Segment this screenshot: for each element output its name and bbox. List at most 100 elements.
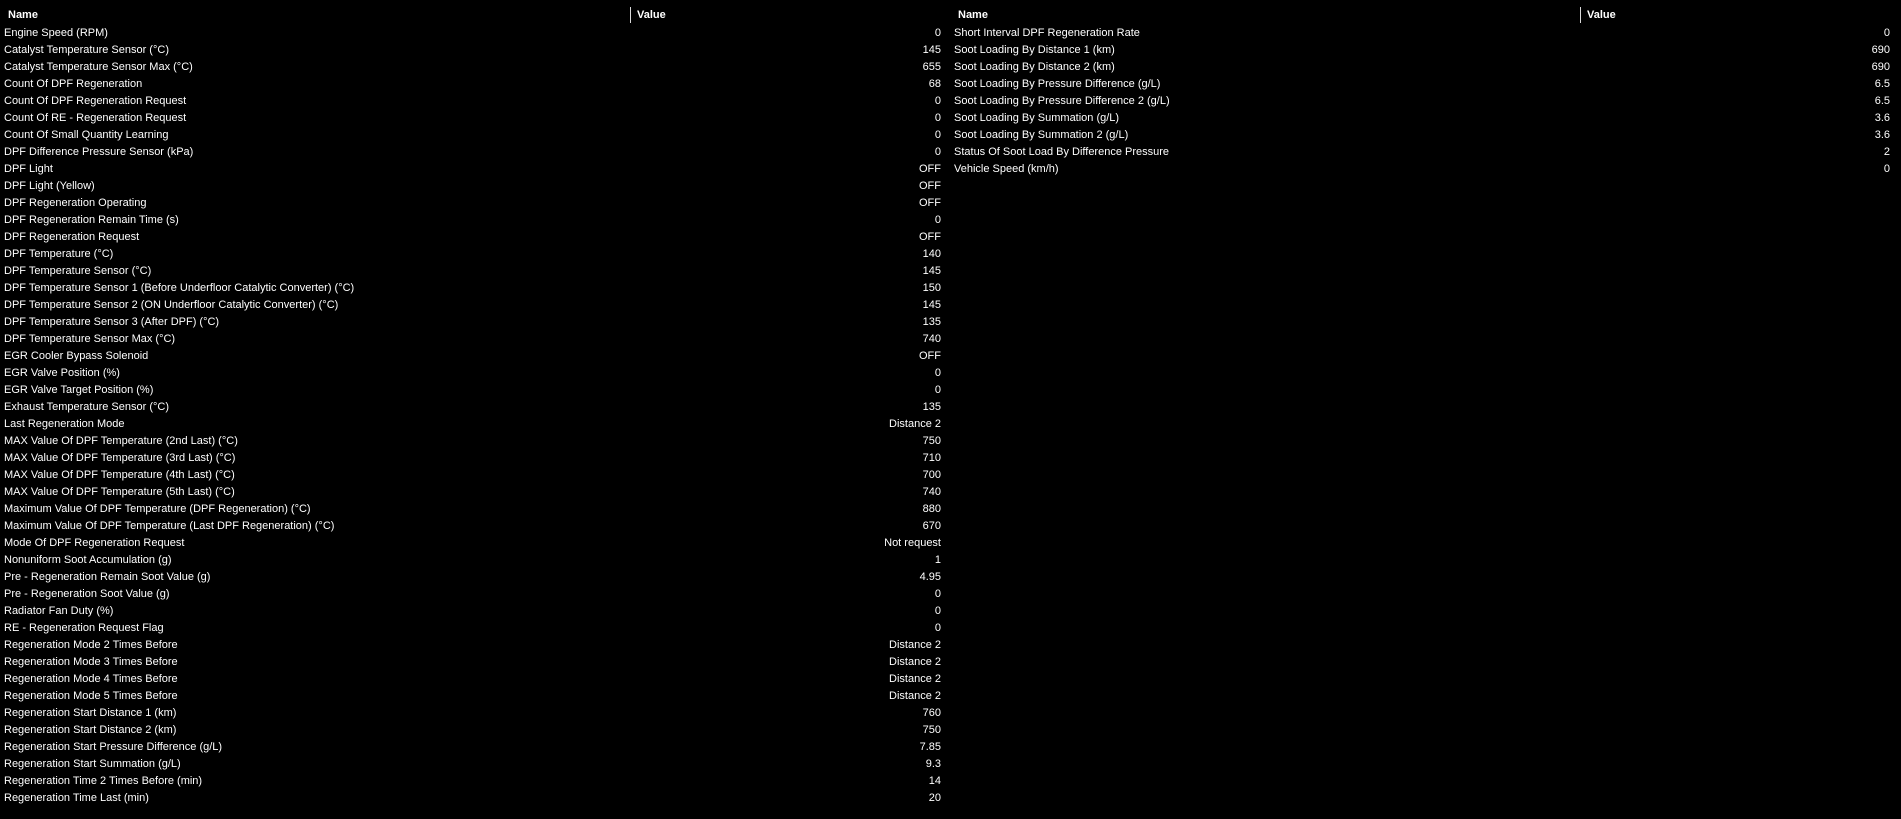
table-row[interactable]: RE - Regeneration Request Flag 0 [0, 620, 950, 637]
parameter-value: 135 [922, 316, 941, 328]
table-row[interactable]: DPF Temperature (°C) 140 [0, 246, 950, 263]
table-row[interactable]: Engine Speed (RPM) 0 [0, 25, 950, 42]
table-row[interactable]: Regeneration Start Pressure Difference (… [0, 739, 950, 756]
parameter-name: Status Of Soot Load By Difference Pressu… [954, 146, 1170, 158]
table-row[interactable]: Radiator Fan Duty (%) 0 [0, 603, 950, 620]
table-row[interactable]: EGR Cooler Bypass Solenoid OFF [0, 348, 950, 365]
parameter-value: 150 [922, 282, 941, 294]
table-row[interactable]: MAX Value Of DPF Temperature (5th Last) … [0, 484, 950, 501]
column-header-name[interactable]: Name [8, 9, 38, 21]
parameter-value: 6.5 [1874, 95, 1890, 107]
parameter-name: Engine Speed (RPM) [4, 27, 108, 39]
parameter-name: Nonuniform Soot Accumulation (g) [4, 554, 172, 566]
table-row[interactable]: DPF Light OFF [0, 161, 950, 178]
table-row[interactable]: DPF Regeneration Request OFF [0, 229, 950, 246]
parameter-value: Distance 2 [889, 673, 941, 685]
table-row[interactable]: MAX Value Of DPF Temperature (3rd Last) … [0, 450, 950, 467]
parameter-value: 690 [1871, 44, 1890, 56]
table-row[interactable]: Regeneration Start Distance 1 (km) 760 [0, 705, 950, 722]
table-row[interactable]: DPF Temperature Sensor (°C) 145 [0, 263, 950, 280]
parameter-value: 0 [934, 384, 941, 396]
parameter-name: DPF Difference Pressure Sensor (kPa) [4, 146, 194, 158]
parameter-name: DPF Light (Yellow) [4, 180, 95, 192]
table-row[interactable]: Catalyst Temperature Sensor Max (°C) 655 [0, 59, 950, 76]
column-header-value[interactable]: Value [1587, 9, 1616, 21]
table-row[interactable]: Pre - Regeneration Remain Soot Value (g)… [0, 569, 950, 586]
table-row[interactable]: Status Of Soot Load By Difference Pressu… [950, 144, 1901, 161]
column-resize-handle[interactable] [1580, 7, 1581, 23]
table-row[interactable]: Regeneration Start Summation (g/L) 9.3 [0, 756, 950, 773]
parameter-value: 760 [922, 707, 941, 719]
table-row[interactable]: Pre - Regeneration Soot Value (g) 0 [0, 586, 950, 603]
table-row[interactable]: Soot Loading By Distance 2 (km) 690 [950, 59, 1901, 76]
table-row[interactable]: Last Regeneration Mode Distance 2 [0, 416, 950, 433]
table-row[interactable]: Count Of RE - Regeneration Request 0 [0, 110, 950, 127]
table-row[interactable]: Maximum Value Of DPF Temperature (DPF Re… [0, 501, 950, 518]
parameter-name: Regeneration Start Pressure Difference (… [4, 741, 223, 753]
column-header-value[interactable]: Value [637, 9, 666, 21]
parameter-value: 0 [1883, 163, 1890, 175]
column-header-name[interactable]: Name [958, 9, 988, 21]
parameter-name: Soot Loading By Distance 2 (km) [954, 61, 1115, 73]
table-row[interactable]: DPF Temperature Sensor 2 (ON Underfloor … [0, 297, 950, 314]
table-row[interactable]: DPF Regeneration Operating OFF [0, 195, 950, 212]
table-row[interactable]: Regeneration Time Last (min) 20 [0, 790, 950, 807]
table-row[interactable]: Count Of Small Quantity Learning 0 [0, 127, 950, 144]
table-row[interactable]: Regeneration Start Distance 2 (km) 750 [0, 722, 950, 739]
table-row[interactable]: DPF Light (Yellow) OFF [0, 178, 950, 195]
parameter-name: Count Of DPF Regeneration [4, 78, 143, 90]
table-row[interactable]: DPF Difference Pressure Sensor (kPa) 0 [0, 144, 950, 161]
parameter-name: Pre - Regeneration Soot Value (g) [4, 588, 170, 600]
parameter-value: 145 [922, 265, 941, 277]
table-row[interactable]: DPF Temperature Sensor 3 (After DPF) (°C… [0, 314, 950, 331]
table-row[interactable]: Regeneration Mode 3 Times Before Distance… [0, 654, 950, 671]
table-row[interactable]: EGR Valve Position (%) 0 [0, 365, 950, 382]
table-row[interactable]: DPF Regeneration Remain Time (s) 0 [0, 212, 950, 229]
parameter-value: 0 [934, 27, 941, 39]
table-row[interactable]: Mode Of DPF Regeneration Request Not requ… [0, 535, 950, 552]
parameter-value: 145 [922, 44, 941, 56]
parameter-value: 2 [1883, 146, 1890, 158]
parameter-name: Short Interval DPF Regeneration Rate [954, 27, 1140, 39]
column-resize-handle[interactable] [630, 7, 631, 23]
table-row[interactable]: Regeneration Time 2 Times Before (min) 14 [0, 773, 950, 790]
parameter-value: 710 [922, 452, 941, 464]
table-row[interactable]: Regeneration Mode 4 Times Before Distance… [0, 671, 950, 688]
table-row[interactable]: Exhaust Temperature Sensor (°C) 135 [0, 399, 950, 416]
table-row[interactable]: MAX Value Of DPF Temperature (4th Last) … [0, 467, 950, 484]
table-row[interactable]: Vehicle Speed (km/h) 0 [950, 161, 1901, 178]
parameter-name: Mode Of DPF Regeneration Request [4, 537, 185, 549]
table-row[interactable]: Nonuniform Soot Accumulation (g) 1 [0, 552, 950, 569]
table-row[interactable]: MAX Value Of DPF Temperature (2nd Last) … [0, 433, 950, 450]
table-row[interactable]: Count Of DPF Regeneration 68 [0, 76, 950, 93]
table-row[interactable]: Soot Loading By Pressure Difference 2 (g… [950, 93, 1901, 110]
parameter-value: 20 [928, 792, 941, 804]
table-row[interactable]: Soot Loading By Summation 2 (g/L) 3.6 [950, 127, 1901, 144]
parameter-value: Distance 2 [889, 656, 941, 668]
parameter-value: 655 [922, 61, 941, 73]
table-row[interactable]: Catalyst Temperature Sensor (°C) 145 [0, 42, 950, 59]
table-row[interactable]: Short Interval DPF Regeneration Rate 0 [950, 25, 1901, 42]
parameter-name: DPF Temperature Sensor (°C) [4, 265, 152, 277]
table-row[interactable]: Soot Loading By Summation (g/L) 3.6 [950, 110, 1901, 127]
parameter-name: EGR Cooler Bypass Solenoid [4, 350, 149, 362]
table-row[interactable]: DPF Temperature Sensor 1 (Before Underfl… [0, 280, 950, 297]
table-row[interactable]: Maximum Value Of DPF Temperature (Last D… [0, 518, 950, 535]
parameter-value: 740 [922, 333, 941, 345]
parameter-value: 7.85 [919, 741, 941, 753]
table-row[interactable]: Soot Loading By Distance 1 (km) 690 [950, 42, 1901, 59]
table-row[interactable]: DPF Temperature Sensor Max (°C) 740 [0, 331, 950, 348]
parameter-name: Regeneration Mode 5 Times Before [4, 690, 178, 702]
parameter-name: Soot Loading By Summation (g/L) [954, 112, 1120, 124]
parameter-name: Pre - Regeneration Remain Soot Value (g) [4, 571, 211, 583]
table-header: Name Value [0, 5, 950, 25]
parameter-name: Regeneration Start Distance 1 (km) [4, 707, 177, 719]
parameter-value: 0 [934, 622, 941, 634]
table-row[interactable]: EGR Valve Target Position (%) 0 [0, 382, 950, 399]
parameter-name: Last Regeneration Mode [4, 418, 125, 430]
table-row[interactable]: Count Of DPF Regeneration Request 0 [0, 93, 950, 110]
parameter-name: EGR Valve Position (%) [4, 367, 120, 379]
table-row[interactable]: Soot Loading By Pressure Difference (g/L… [950, 76, 1901, 93]
table-row[interactable]: Regeneration Mode 5 Times Before Distance… [0, 688, 950, 705]
table-row[interactable]: Regeneration Mode 2 Times Before Distance… [0, 637, 950, 654]
